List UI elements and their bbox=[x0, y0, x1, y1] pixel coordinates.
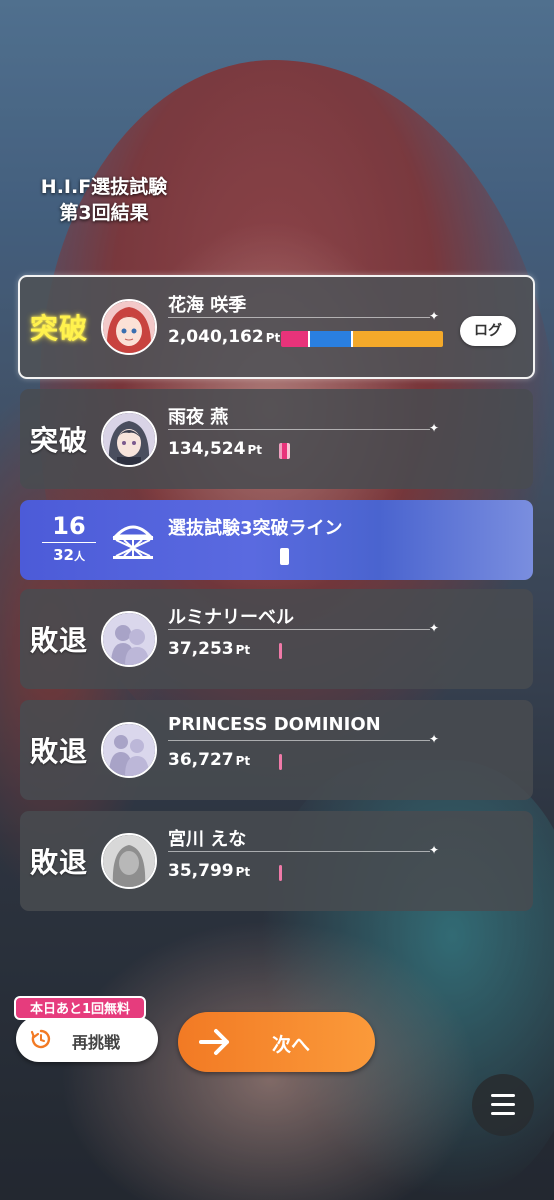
player-name: ルミナリーベル bbox=[168, 607, 294, 628]
free-attempt-badge: 本日あと1回無料 bbox=[14, 996, 146, 1020]
cutline-total: 32 bbox=[53, 546, 74, 564]
points-value: 134,524 bbox=[168, 439, 246, 459]
next-label: 次へ bbox=[272, 1034, 311, 1056]
avatar bbox=[101, 722, 157, 778]
points-unit: Pt bbox=[235, 754, 251, 768]
points: 37,253 Pt bbox=[168, 639, 250, 659]
next-button[interactable]: 次へ bbox=[178, 1012, 375, 1072]
status-label: 突破 bbox=[30, 312, 89, 345]
score-bar bbox=[279, 754, 282, 770]
arrow-right-icon bbox=[199, 1029, 229, 1055]
status-label: 敗退 bbox=[30, 624, 89, 657]
status-label: 敗退 bbox=[30, 735, 89, 768]
gate-icon bbox=[112, 525, 154, 559]
points-unit: Pt bbox=[265, 331, 281, 345]
divider-line bbox=[168, 429, 430, 430]
cutline-rank-value: 16 bbox=[52, 512, 86, 540]
sparkle-icon: ✦ bbox=[429, 621, 440, 635]
sparkle-icon: ✦ bbox=[429, 732, 440, 746]
points-value: 37,253 bbox=[168, 639, 234, 659]
divider-line bbox=[168, 317, 430, 318]
points: 35,799 Pt bbox=[168, 861, 250, 881]
cutline-label: 選抜試験3突破ライン bbox=[168, 518, 343, 539]
avatar bbox=[101, 411, 157, 467]
points-unit: Pt bbox=[235, 643, 251, 657]
points-unit: Pt bbox=[247, 443, 262, 457]
hamburger-menu-button[interactable] bbox=[472, 1074, 534, 1136]
retry-button[interactable]: 再挑戦 bbox=[16, 1016, 158, 1062]
score-bar bbox=[279, 643, 282, 659]
status-label: 突破 bbox=[30, 424, 89, 457]
points-unit: Pt bbox=[235, 865, 251, 879]
points: 134,524 Pt bbox=[168, 439, 262, 459]
cutline-band: 16 32人 選抜試験3突破ライン bbox=[20, 500, 533, 580]
sparkle-icon: ✦ bbox=[429, 843, 440, 857]
cutline-total-unit: 人 bbox=[73, 550, 85, 563]
result-card-5: 敗退 宮川 えな ✦ 35,799 Pt bbox=[20, 811, 533, 911]
result-title-line2: 第3回結果 bbox=[59, 202, 149, 224]
result-card-1: 突破 花海 咲季 ✦ 2,040,162 Pt ログ bbox=[18, 275, 535, 379]
score-bar bbox=[281, 331, 443, 347]
points-value: 35,799 bbox=[168, 861, 234, 881]
result-title: H.I.F選抜試験 第3回結果 bbox=[14, 174, 194, 226]
divider-line bbox=[168, 851, 430, 852]
result-title-line1: H.I.F選抜試験 bbox=[40, 176, 168, 198]
points-value: 36,727 bbox=[168, 750, 234, 770]
points: 2,040,162 Pt bbox=[168, 327, 280, 347]
avatar bbox=[101, 611, 157, 667]
cutline-marker bbox=[280, 548, 289, 565]
player-name: 花海 咲季 bbox=[168, 295, 247, 316]
player-name: 雨夜 燕 bbox=[168, 407, 229, 428]
status-label: 敗退 bbox=[30, 846, 89, 879]
player-name: 宮川 えな bbox=[168, 829, 247, 850]
avatar bbox=[101, 833, 157, 889]
retry-label: 再挑戦 bbox=[72, 1033, 121, 1052]
result-card-3: 敗退 ルミナリーベル ✦ 37,253 Pt bbox=[20, 589, 533, 689]
result-card-4: 敗退 PRINCESS DOMINION ✦ 36,727 Pt bbox=[20, 700, 533, 800]
divider-line bbox=[168, 740, 430, 741]
points: 36,727 Pt bbox=[168, 750, 250, 770]
score-bar bbox=[279, 443, 290, 459]
score-bar bbox=[279, 865, 282, 881]
result-card-2: 突破 雨夜 燕 ✦ 134,524 Pt bbox=[20, 389, 533, 489]
sparkle-icon: ✦ bbox=[429, 309, 440, 323]
divider-line bbox=[168, 629, 430, 630]
log-button[interactable]: ログ bbox=[460, 316, 516, 346]
retry-clock-icon bbox=[30, 1029, 51, 1049]
cutline-rank: 16 32人 bbox=[42, 512, 96, 566]
player-name: PRINCESS DOMINION bbox=[168, 714, 381, 735]
avatar bbox=[101, 299, 157, 355]
sparkle-icon: ✦ bbox=[429, 421, 440, 435]
points-value: 2,040,162 bbox=[168, 327, 264, 347]
